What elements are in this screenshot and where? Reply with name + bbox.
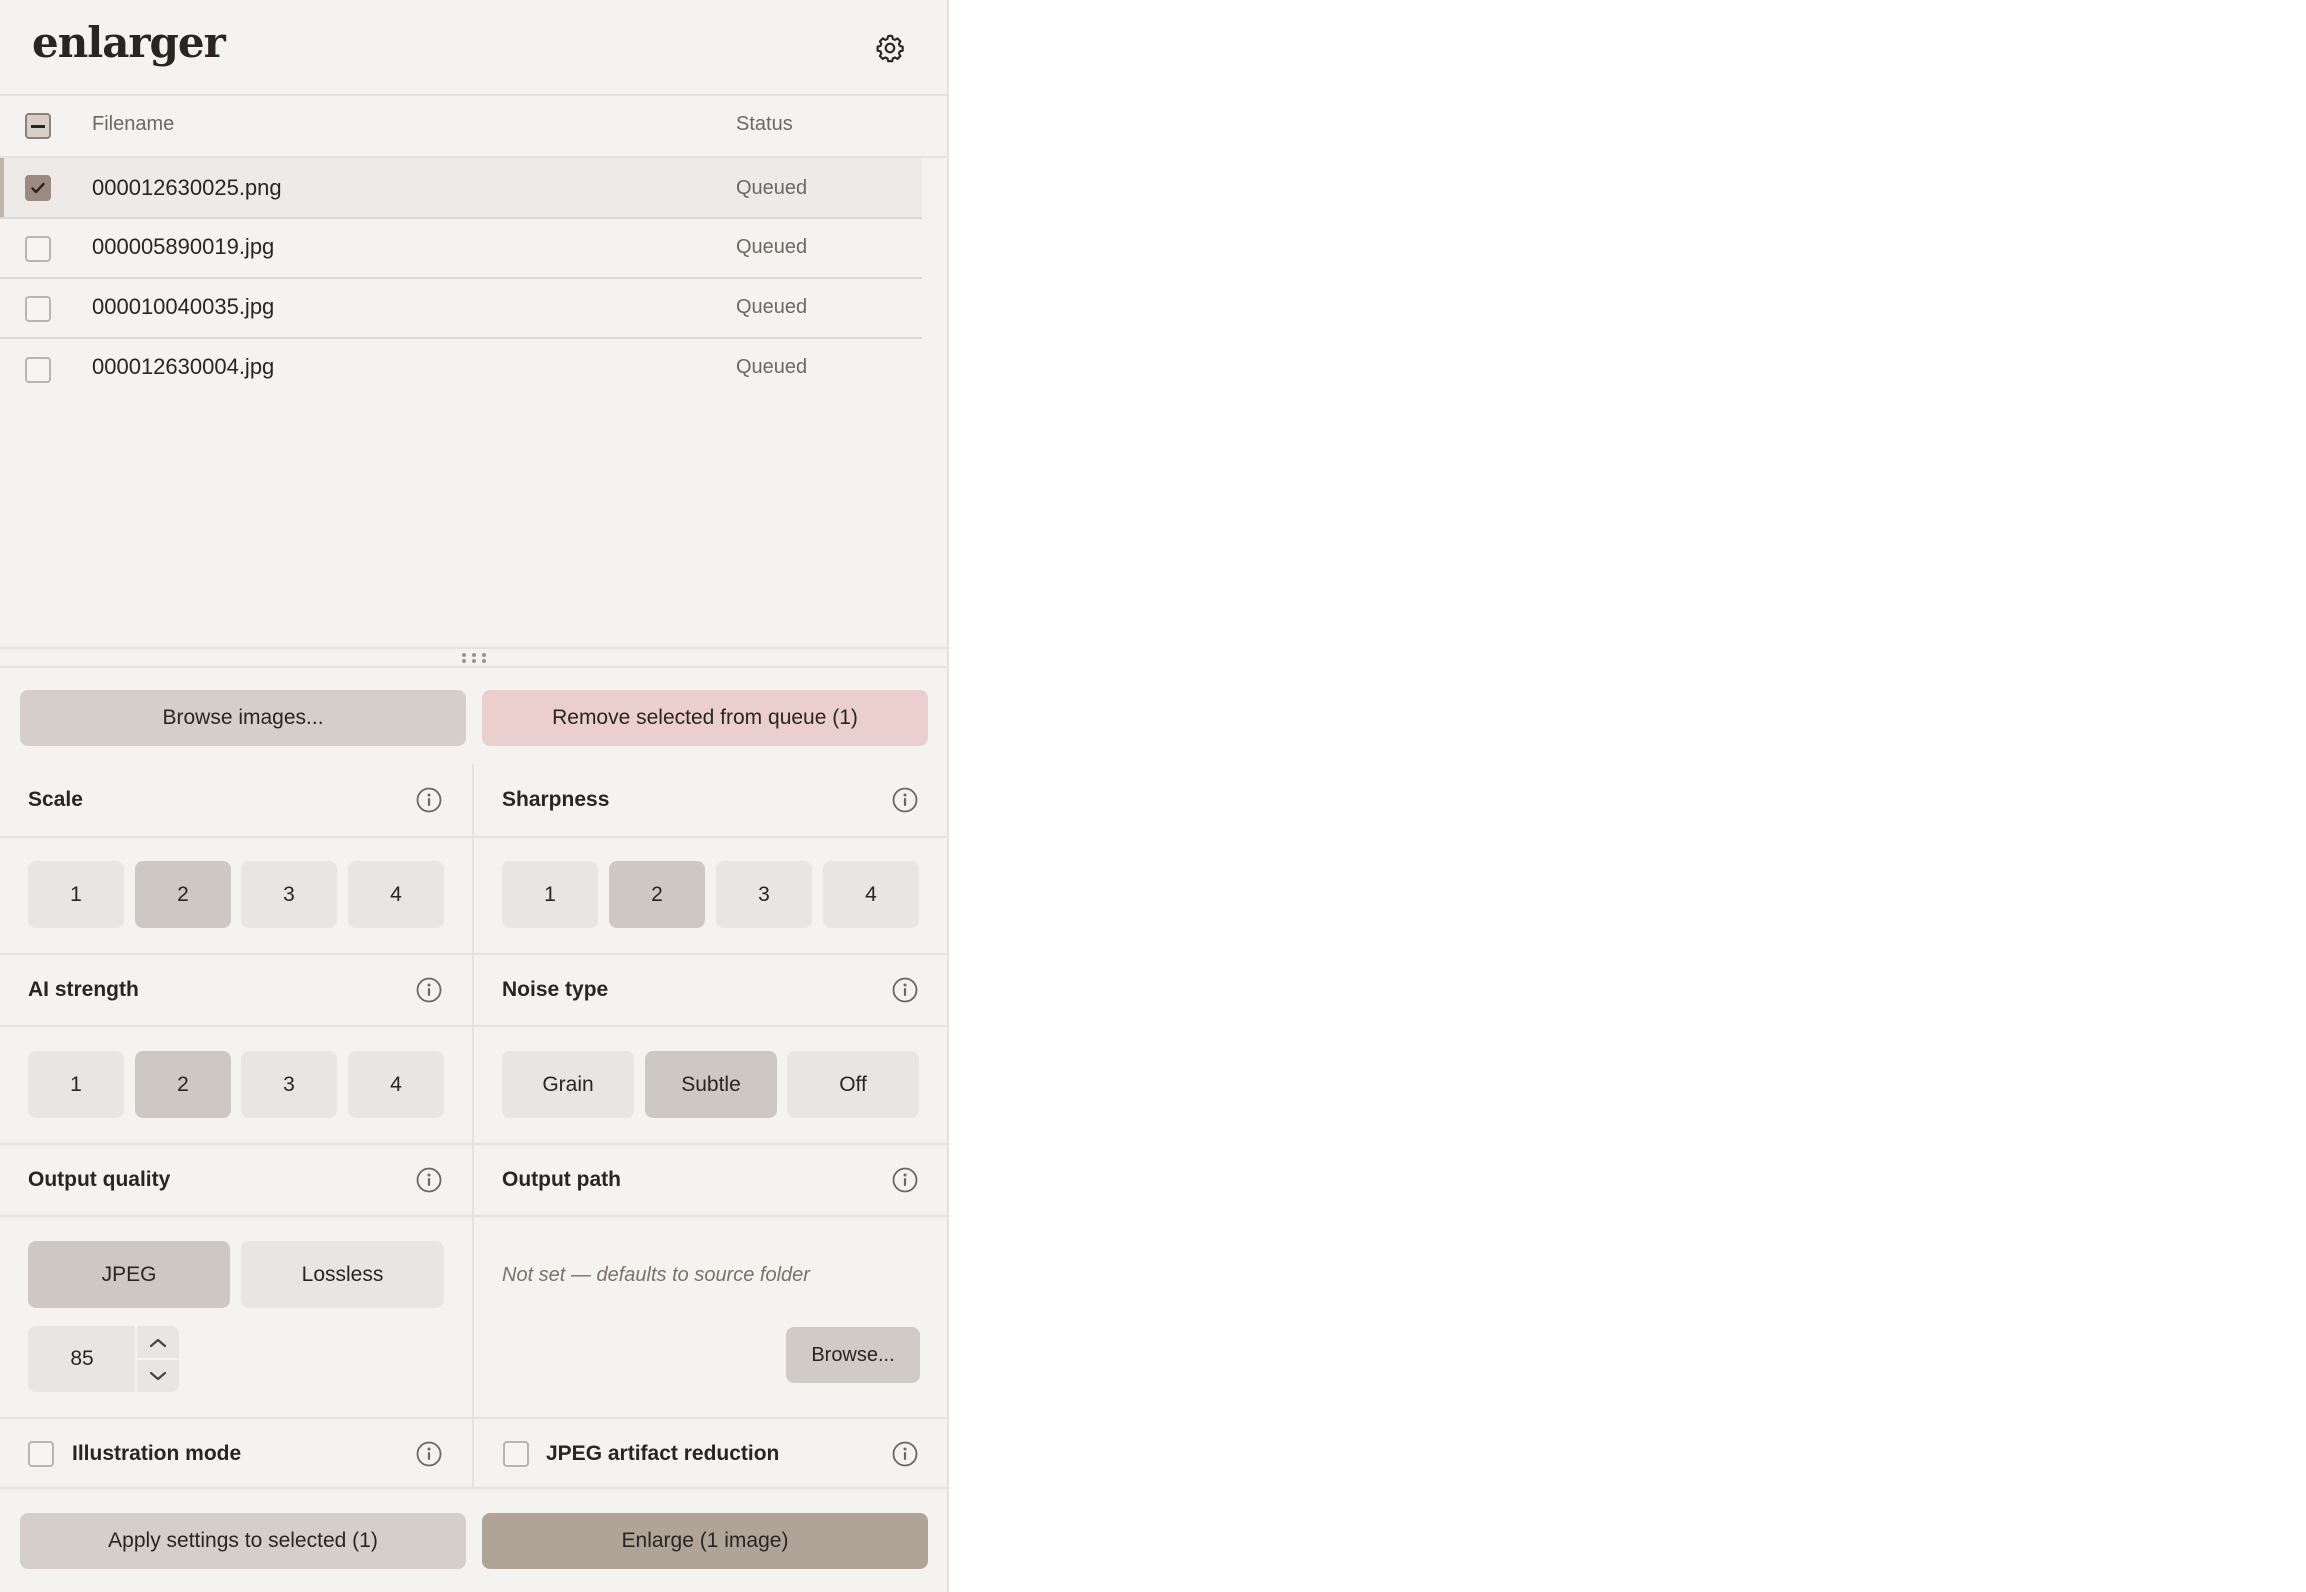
output-quality-label: Output quality	[28, 1168, 171, 1191]
column-header-status[interactable]: Status	[736, 113, 793, 136]
ai-strength-info-icon[interactable]	[416, 977, 442, 1003]
ai-strength-option-4[interactable]: 4	[348, 1051, 444, 1118]
browse-images-button[interactable]: Browse images...	[20, 690, 466, 746]
row-checkbox[interactable]	[25, 296, 51, 322]
decrement-chevron-down-icon[interactable]	[137, 1360, 179, 1392]
output-path-info-icon[interactable]	[892, 1167, 918, 1193]
sharpness-label: Sharpness	[502, 788, 610, 811]
row-status: Queued	[736, 356, 808, 378]
ai-strength-option-2[interactable]: 2	[135, 1051, 231, 1118]
noise-type-info-icon[interactable]	[892, 977, 918, 1003]
output-format-lossless[interactable]: Lossless	[241, 1241, 444, 1308]
scale-option-2[interactable]: 2	[135, 861, 231, 928]
row-filename: 000012630004.jpg	[92, 354, 275, 379]
ai-strength-label: AI strength	[28, 978, 139, 1001]
scale-option-3[interactable]: 3	[241, 861, 337, 928]
sharpness-option-3[interactable]: 3	[716, 861, 812, 928]
scale-option-4[interactable]: 4	[348, 861, 444, 928]
enlarge-button[interactable]: Enlarge (1 image)	[482, 1513, 928, 1569]
jpeg-quality-stepper[interactable]: 85	[28, 1326, 179, 1392]
increment-chevron-up-icon[interactable]	[137, 1326, 179, 1359]
illustration-mode-label[interactable]: Illustration mode	[72, 1442, 241, 1466]
illustration-mode-checkbox[interactable]	[28, 1441, 54, 1467]
row-filename: 000012630025.png	[92, 175, 282, 200]
row-status: Queued	[736, 236, 808, 258]
scale-option-1[interactable]: 1	[28, 861, 124, 928]
table-row[interactable]: 000005890019.jpg Queued	[0, 219, 922, 277]
settings-gear-icon[interactable]	[874, 32, 906, 64]
select-all-checkbox[interactable]	[25, 113, 51, 139]
output-path-value: Not set — defaults to source folder	[502, 1264, 810, 1286]
noise-option-off[interactable]: Off	[787, 1051, 919, 1118]
resize-handle-icon[interactable]	[460, 651, 488, 663]
noise-type-label: Noise type	[502, 978, 609, 1001]
row-checkbox[interactable]	[25, 175, 51, 201]
row-filename: 000005890019.jpg	[92, 234, 275, 259]
row-status: Queued	[736, 177, 808, 199]
table-row[interactable]: 000012630025.png Queued	[0, 158, 922, 218]
noise-option-subtle[interactable]: Subtle	[645, 1051, 777, 1118]
ai-strength-option-1[interactable]: 1	[28, 1051, 124, 1118]
row-filename: 000010040035.jpg	[92, 294, 275, 319]
noise-option-grain[interactable]: Grain	[502, 1051, 634, 1118]
row-checkbox[interactable]	[25, 236, 51, 262]
output-quality-info-icon[interactable]	[416, 1167, 442, 1193]
app-logo: enlarger	[32, 18, 226, 67]
output-format-jpeg[interactable]: JPEG	[28, 1241, 230, 1308]
scale-info-icon[interactable]	[416, 787, 442, 813]
illustration-mode-info-icon[interactable]	[416, 1441, 442, 1467]
column-header-filename[interactable]: Filename	[92, 113, 174, 136]
table-row[interactable]: 000010040035.jpg Queued	[0, 279, 922, 337]
jpeg-artifact-reduction-info-icon[interactable]	[892, 1441, 918, 1467]
jpeg-artifact-reduction-checkbox[interactable]	[503, 1441, 529, 1467]
table-row[interactable]: 000012630004.jpg Queued	[0, 339, 922, 397]
sharpness-option-4[interactable]: 4	[823, 861, 919, 928]
output-path-label: Output path	[502, 1168, 621, 1191]
jpeg-artifact-reduction-label[interactable]: JPEG artifact reduction	[546, 1442, 779, 1466]
output-path-browse-button[interactable]: Browse...	[786, 1327, 920, 1383]
jpeg-quality-value[interactable]: 85	[28, 1326, 136, 1392]
sharpness-option-2[interactable]: 2	[609, 861, 705, 928]
sharpness-info-icon[interactable]	[892, 787, 918, 813]
remove-selected-button[interactable]: Remove selected from queue (1)	[482, 690, 928, 746]
sharpness-option-1[interactable]: 1	[502, 861, 598, 928]
scale-label: Scale	[28, 788, 83, 811]
ai-strength-option-3[interactable]: 3	[241, 1051, 337, 1118]
enlarger-panel: enlarger Filename Status 000012630025.pn…	[0, 0, 949, 1592]
row-status: Queued	[736, 296, 808, 318]
apply-settings-button[interactable]: Apply settings to selected (1)	[20, 1513, 466, 1569]
row-checkbox[interactable]	[25, 357, 51, 383]
